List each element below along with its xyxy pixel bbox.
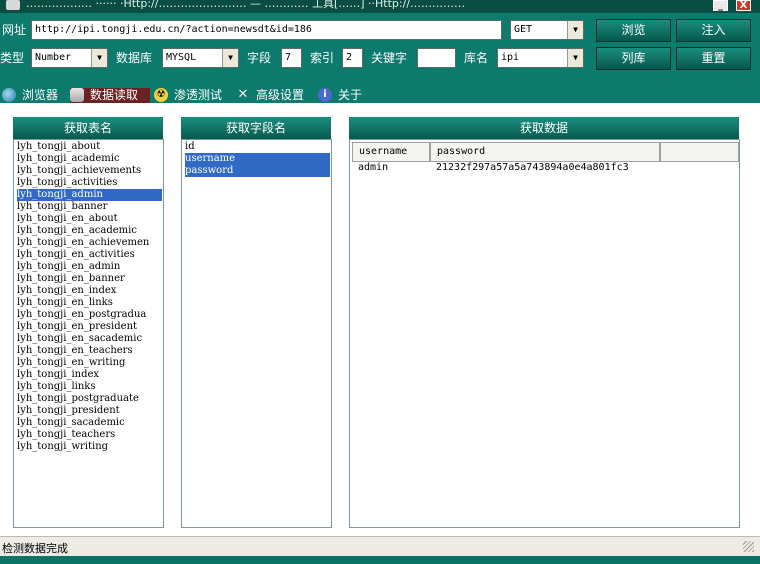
data-panel-header: 获取数据 bbox=[349, 117, 739, 139]
fields-list[interactable]: id username password bbox=[181, 139, 332, 528]
list-item[interactable]: lyh_tongji_postgraduate bbox=[17, 393, 162, 405]
data-read-page: 获取表名 lyh_tongji_about lyh_tongji_academic… bbox=[0, 103, 760, 536]
tab-label: 浏览器 bbox=[22, 88, 59, 102]
dbname-label: 库名 bbox=[464, 51, 489, 65]
method-value: GET bbox=[514, 24, 533, 35]
column-header-filler bbox=[660, 142, 739, 162]
list-item[interactable]: lyh_tongji_writing bbox=[17, 441, 162, 453]
tab-about[interactable]: i 关于 bbox=[318, 88, 374, 103]
keyword-label: 关键字 bbox=[371, 51, 408, 65]
tab-penetration-test[interactable]: ☢ 渗透测试 bbox=[154, 88, 232, 103]
list-item[interactable]: id bbox=[185, 141, 330, 153]
list-item[interactable]: lyh_tongji_president bbox=[17, 405, 162, 417]
minimize-button[interactable]: _ bbox=[713, 0, 728, 11]
list-item[interactable]: username bbox=[185, 153, 330, 165]
browse-button[interactable]: 浏览 bbox=[596, 19, 671, 42]
db-value: MYSQL bbox=[166, 52, 197, 63]
window-bottom-edge bbox=[0, 556, 760, 564]
type-select[interactable]: Number ▼ bbox=[31, 48, 108, 68]
dbname-select[interactable]: ipi ▼ bbox=[497, 48, 584, 68]
list-item[interactable]: lyh_tongji_achievements bbox=[17, 165, 162, 177]
toolbar: 网址 http://ipi.tongji.edu.cn/?action=news… bbox=[0, 13, 760, 88]
list-item[interactable]: lyh_tongji_en_teachers bbox=[17, 345, 162, 357]
tab-bar: 浏览器 数据读取 ☢ 渗透测试 ✕ 高级设置 i 关于 bbox=[0, 88, 760, 104]
fields-panel-header: 获取字段名 bbox=[181, 117, 331, 139]
title-bar: ……………… ······ ·Http://…………………… — ………… 工具… bbox=[0, 0, 760, 13]
chevron-down-icon[interactable]: ▼ bbox=[567, 49, 583, 67]
list-item[interactable]: lyh_tongji_en_about bbox=[17, 213, 162, 225]
list-item[interactable]: lyh_tongji_banner bbox=[17, 201, 162, 213]
type-value: Number bbox=[35, 52, 72, 63]
list-item[interactable]: lyh_tongji_en_postgradua bbox=[17, 309, 162, 321]
resize-grip-icon[interactable] bbox=[743, 541, 754, 552]
tab-browser[interactable]: 浏览器 bbox=[2, 88, 67, 103]
column-header-password[interactable]: password bbox=[430, 142, 660, 162]
tab-data-read[interactable]: 数据读取 bbox=[70, 88, 150, 103]
list-item[interactable]: password bbox=[185, 165, 330, 177]
data-grid[interactable]: username password admin 21232f297a57a5a7… bbox=[349, 139, 740, 528]
inject-button[interactable]: 注入 bbox=[676, 19, 751, 42]
list-item[interactable]: lyh_tongji_en_activities bbox=[17, 249, 162, 261]
window-title: ……………… ······ ·Http://…………………… — ………… 工具… bbox=[26, 0, 466, 10]
dbname-value: ipi bbox=[501, 52, 520, 63]
list-item[interactable]: lyh_tongji_en_admin bbox=[17, 261, 162, 273]
list-item[interactable]: lyh_tongji_academic bbox=[17, 153, 162, 165]
tab-label: 渗透测试 bbox=[174, 88, 223, 102]
type-label: 类型 bbox=[0, 51, 25, 65]
keyword-input[interactable] bbox=[417, 48, 456, 68]
radiation-icon: ☢ bbox=[154, 88, 168, 102]
list-item[interactable]: lyh_tongji_en_banner bbox=[17, 273, 162, 285]
list-item[interactable]: lyh_tongji_about bbox=[17, 141, 162, 153]
list-item[interactable]: lyh_tongji_en_links bbox=[17, 297, 162, 309]
list-item[interactable]: lyh_tongji_en_sacademic bbox=[17, 333, 162, 345]
close-button[interactable]: X bbox=[736, 0, 751, 11]
status-bar: 检测数据完成 bbox=[0, 536, 760, 556]
index-input[interactable]: 2 bbox=[342, 48, 363, 68]
chevron-down-icon[interactable]: ▼ bbox=[222, 49, 238, 67]
table-row-username[interactable]: admin bbox=[358, 162, 388, 174]
database-icon bbox=[70, 88, 84, 102]
list-databases-button[interactable]: 列库 bbox=[596, 47, 671, 70]
tools-icon: ✕ bbox=[237, 87, 249, 102]
list-item[interactable]: lyh_tongji_admin bbox=[17, 189, 162, 201]
reset-button[interactable]: 重置 bbox=[676, 47, 751, 70]
app-icon bbox=[6, 0, 20, 10]
tables-panel-header: 获取表名 bbox=[13, 117, 163, 139]
field-count-input[interactable]: 7 bbox=[281, 48, 302, 68]
column-header-username[interactable]: username bbox=[352, 142, 430, 162]
info-icon: i bbox=[318, 88, 332, 102]
list-item[interactable]: lyh_tongji_links bbox=[17, 381, 162, 393]
chevron-down-icon[interactable]: ▼ bbox=[91, 49, 107, 67]
list-item[interactable]: lyh_tongji_en_academic bbox=[17, 225, 162, 237]
list-item[interactable]: lyh_tongji_en_president bbox=[17, 321, 162, 333]
db-select[interactable]: MYSQL ▼ bbox=[162, 48, 239, 68]
list-item[interactable]: lyh_tongji_en_writing bbox=[17, 357, 162, 369]
field-label: 字段 bbox=[247, 51, 272, 65]
db-label: 数据库 bbox=[116, 51, 153, 65]
list-item[interactable]: lyh_tongji_en_index bbox=[17, 285, 162, 297]
tab-label: 关于 bbox=[338, 88, 363, 102]
url-input[interactable]: http://ipi.tongji.edu.cn/?action=newsdt&… bbox=[31, 20, 502, 40]
method-select[interactable]: GET ▼ bbox=[510, 20, 584, 40]
table-row-password[interactable]: 21232f297a57a5a743894a0e4a801fc3 bbox=[436, 162, 629, 174]
list-item[interactable]: lyh_tongji_index bbox=[17, 369, 162, 381]
list-item[interactable]: lyh_tongji_en_achievemen bbox=[17, 237, 162, 249]
list-item[interactable]: lyh_tongji_teachers bbox=[17, 429, 162, 441]
tables-list[interactable]: lyh_tongji_about lyh_tongji_academic lyh_t… bbox=[13, 139, 164, 528]
list-item[interactable]: lyh_tongji_activities bbox=[17, 177, 162, 189]
tab-label: 高级设置 bbox=[256, 88, 305, 102]
chevron-down-icon[interactable]: ▼ bbox=[567, 21, 583, 39]
globe-icon bbox=[2, 88, 16, 102]
status-text: 检测数据完成 bbox=[2, 542, 68, 555]
list-item[interactable]: lyh_tongji_sacademic bbox=[17, 417, 162, 429]
tab-label: 数据读取 bbox=[90, 88, 139, 102]
index-label: 索引 bbox=[310, 51, 335, 65]
tab-advanced-settings[interactable]: ✕ 高级设置 bbox=[236, 88, 314, 103]
url-label: 网址 bbox=[2, 23, 27, 37]
